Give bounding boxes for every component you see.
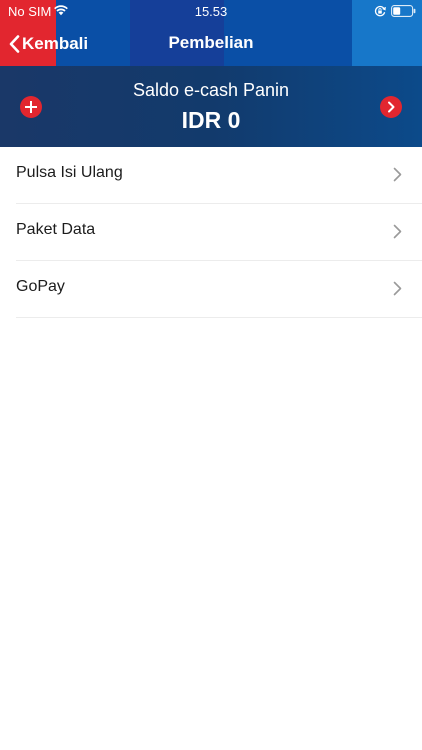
battery-icon [391, 5, 416, 17]
balance-label: Saldo e-cash Panin [132, 80, 290, 100]
menu-item-pulsa-isi-ulang[interactable]: Pulsa Isi Ulang [0, 147, 422, 204]
purchase-screen: No SIM 15.53 Kembali Pembelian Saldo e-c… [0, 0, 422, 750]
chevron-right-circle-icon[interactable] [380, 96, 402, 118]
purchase-menu-list: Pulsa Isi Ulang Paket Data GoPay [0, 147, 422, 318]
menu-item-gopay[interactable]: GoPay [0, 261, 422, 318]
chevron-right-icon [393, 281, 402, 296]
rotation-lock-icon [374, 5, 386, 17]
header: No SIM 15.53 Kembali Pembelian [0, 0, 422, 66]
status-bar: No SIM 15.53 [0, 0, 422, 22]
chevron-right-icon [388, 101, 395, 113]
menu-item-label: Paket Data [16, 221, 96, 238]
balance-banner: Saldo e-cash Panin IDR 0 [0, 66, 422, 147]
menu-item-label: GoPay [16, 278, 65, 295]
nav-bar: Kembali Pembelian [0, 22, 422, 66]
menu-item-label: Pulsa Isi Ulang [16, 164, 123, 181]
balance-amount: IDR 0 [181, 107, 241, 133]
page-title: Pembelian [168, 33, 254, 52]
chevron-right-icon [393, 167, 402, 182]
status-time: 15.53 [194, 4, 228, 19]
menu-item-paket-data[interactable]: Paket Data [0, 204, 422, 261]
chevron-right-icon [393, 224, 402, 239]
